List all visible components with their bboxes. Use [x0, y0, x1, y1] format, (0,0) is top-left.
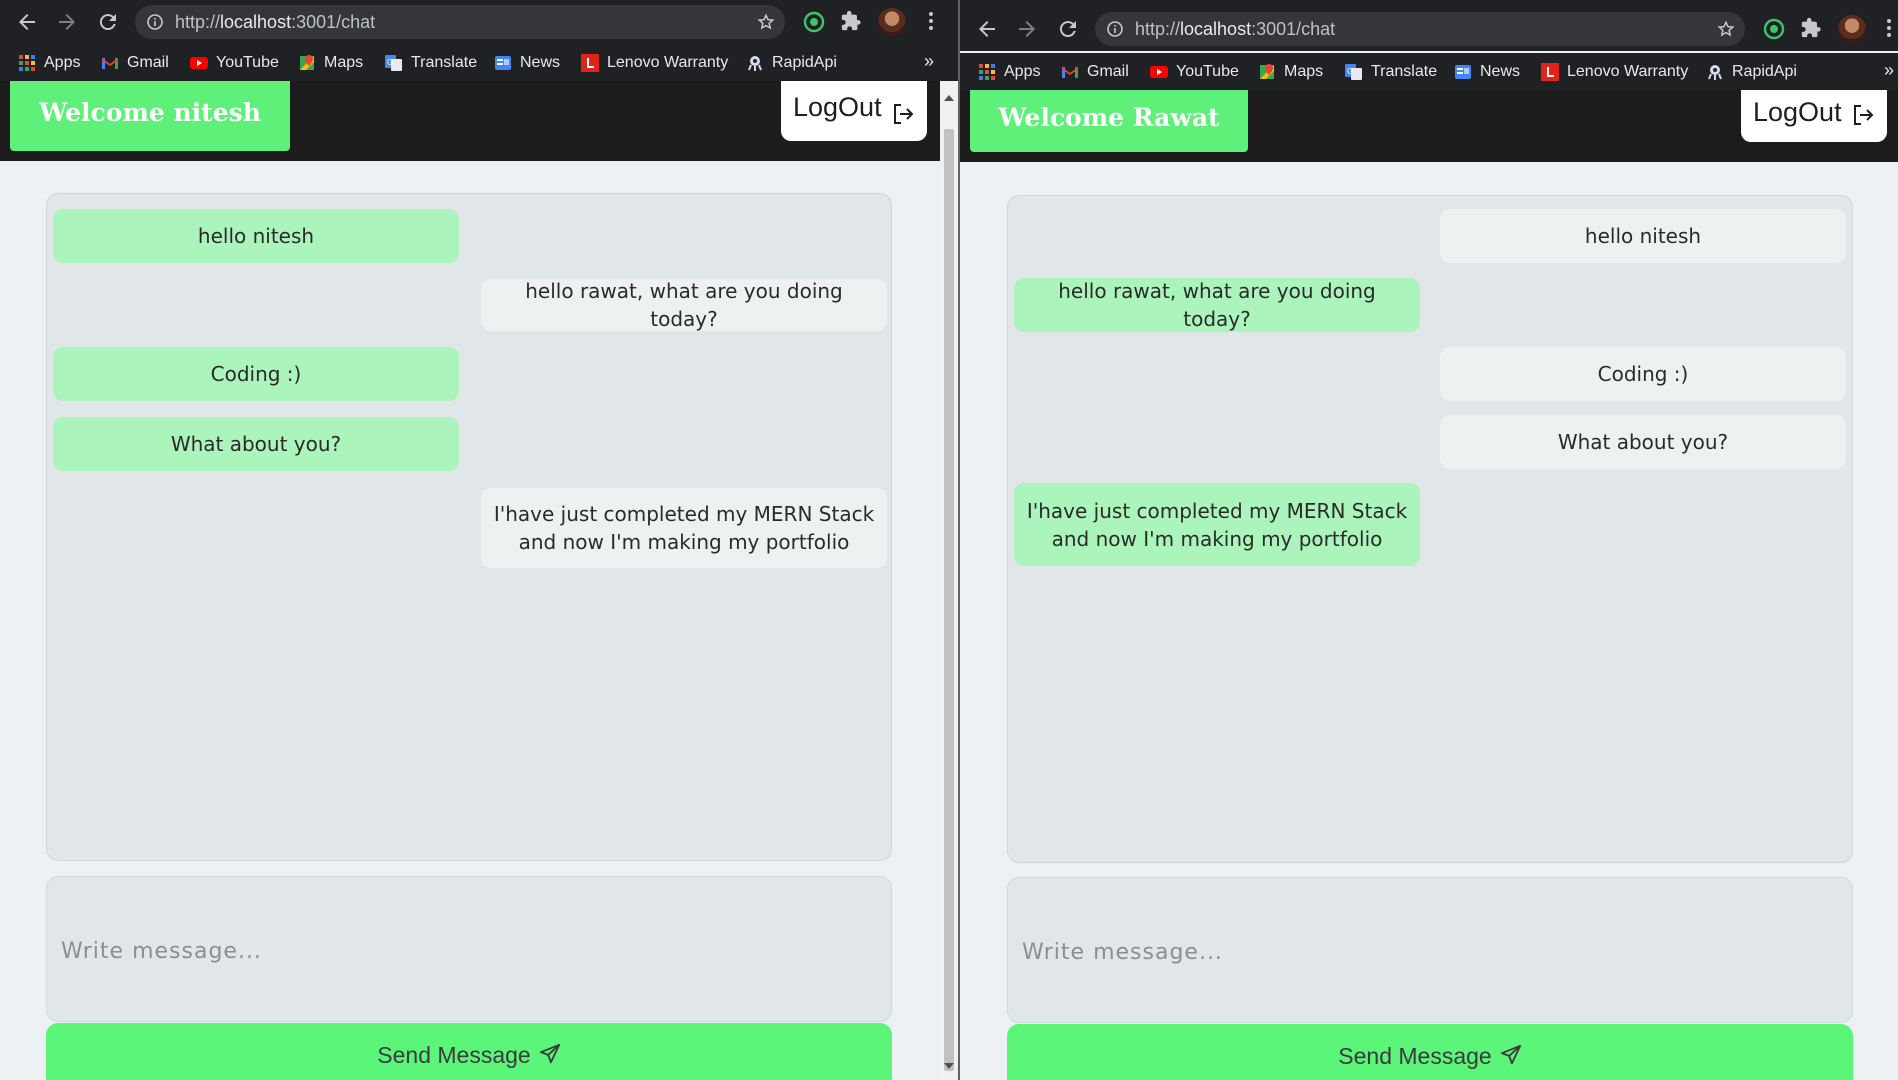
send-message-button[interactable]: Send Message — [1007, 1024, 1853, 1080]
message-bubble: Coding :) — [53, 347, 459, 401]
back-icon[interactable] — [975, 17, 999, 41]
logout-label: LogOut — [1753, 97, 1842, 127]
apps-grid-icon — [18, 54, 36, 72]
profile-avatar[interactable] — [878, 8, 906, 36]
translate-icon: G — [1345, 63, 1363, 81]
rapidapi-icon — [746, 54, 764, 72]
logout-button[interactable]: LogOut — [1741, 90, 1887, 142]
url-text: http://localhost:3001/chat — [175, 12, 376, 32]
chat-messages-panel: hello nitesh hello rawat, what are you d… — [1007, 195, 1853, 863]
extension-target-icon[interactable] — [1762, 17, 1786, 41]
address-bar[interactable]: http://localhost:3001/chat — [135, 5, 785, 39]
url-text: http://localhost:3001/chat — [1135, 19, 1336, 39]
message-bubble: I'have just completed my MERN Stack and … — [1014, 483, 1420, 566]
browser-toolbar: http://localhost:3001/chat — [0, 0, 958, 44]
youtube-icon — [190, 54, 208, 72]
forward-icon[interactable] — [1015, 17, 1039, 41]
reload-icon[interactable] — [1056, 17, 1080, 41]
svg-text:G: G — [1347, 67, 1353, 76]
message-bubble: hello rawat, what are you doing today? — [481, 279, 887, 331]
message-composer — [1007, 877, 1853, 1023]
message-input[interactable] — [59, 932, 863, 970]
extension-target-icon[interactable] — [802, 10, 826, 34]
message-bubble: I'have just completed my MERN Stack and … — [481, 488, 887, 568]
reload-icon[interactable] — [96, 10, 120, 34]
maps-icon — [298, 54, 316, 72]
logout-icon — [891, 91, 915, 143]
browser-toolbar: http://localhost:3001/chat — [960, 7, 1898, 51]
logout-label: LogOut — [793, 92, 882, 122]
youtube-icon — [1150, 63, 1168, 81]
bookmarks-bar: Apps Gmail YouTube Maps G Translate News… — [0, 44, 958, 81]
svg-text:G: G — [387, 58, 393, 67]
send-message-button[interactable]: Send Message — [46, 1023, 892, 1080]
message-bubble: What about you? — [53, 417, 459, 471]
send-message-label: Send Message — [377, 1042, 531, 1068]
chrome-menu-icon[interactable] — [1886, 19, 1892, 39]
bookmarks-overflow-icon[interactable]: » — [1884, 60, 1894, 81]
rapidapi-icon — [1706, 63, 1724, 81]
news-icon — [1454, 63, 1472, 81]
send-plane-icon — [1500, 1026, 1522, 1080]
lenovo-icon — [581, 54, 599, 72]
scrollbar-thumb[interactable] — [944, 129, 954, 1071]
send-message-label: Send Message — [1338, 1043, 1492, 1069]
forward-icon[interactable] — [55, 10, 79, 34]
app-header: Welcome nitesh LogOut — [0, 81, 958, 161]
gmail-icon — [1061, 63, 1079, 81]
dual-browser-screen: http://localhost:3001/chat Apps Gmail Yo… — [0, 0, 1898, 1080]
bookmarks-overflow-icon[interactable]: » — [924, 51, 934, 72]
message-bubble: hello nitesh — [1440, 209, 1846, 263]
browser-window-nitesh: http://localhost:3001/chat Apps Gmail Yo… — [0, 0, 958, 1080]
scroll-down-icon[interactable] — [944, 1063, 954, 1069]
apps-grid-icon — [978, 63, 996, 81]
logout-button[interactable]: LogOut — [781, 81, 927, 141]
chrome-menu-icon[interactable] — [928, 12, 934, 32]
extensions-puzzle-icon[interactable] — [1800, 17, 1824, 41]
message-bubble: hello rawat, what are you doing today? — [1014, 278, 1420, 332]
lenovo-icon — [1541, 63, 1559, 81]
send-plane-icon — [539, 1025, 561, 1080]
site-info-icon[interactable] — [147, 14, 163, 34]
profile-avatar[interactable] — [1838, 15, 1866, 43]
welcome-banner: Welcome Rawat — [970, 90, 1248, 152]
message-composer — [46, 876, 892, 1022]
scroll-up-icon[interactable] — [944, 95, 954, 101]
welcome-banner: Welcome nitesh — [10, 81, 290, 151]
extensions-puzzle-icon[interactable] — [840, 10, 864, 34]
logout-icon — [1851, 96, 1875, 140]
bookmarks-bar: Apps Gmail YouTube Maps G Translate News… — [960, 53, 1898, 90]
news-icon — [494, 54, 512, 72]
toolbar-top-strip — [960, 0, 1898, 8]
message-bubble: What about you? — [1440, 415, 1846, 469]
translate-icon: G — [385, 54, 403, 72]
address-bar[interactable]: http://localhost:3001/chat — [1095, 12, 1745, 46]
bookmark-star-icon[interactable] — [757, 13, 775, 35]
page-scrollbar[interactable] — [940, 81, 958, 1080]
bookmark-star-icon[interactable] — [1717, 20, 1735, 42]
back-icon[interactable] — [15, 10, 39, 34]
maps-icon — [1258, 63, 1276, 81]
chat-messages-panel: hello nitesh hello rawat, what are you d… — [46, 193, 892, 861]
app-header: Welcome Rawat LogOut — [960, 90, 1898, 162]
site-info-icon[interactable] — [1107, 21, 1123, 41]
browser-window-rawat: http://localhost:3001/chat Apps Gmail Yo… — [960, 0, 1898, 1080]
message-bubble: hello nitesh — [53, 209, 459, 263]
message-bubble: Coding :) — [1440, 347, 1846, 401]
message-input[interactable] — [1020, 933, 1824, 971]
gmail-icon — [101, 54, 119, 72]
